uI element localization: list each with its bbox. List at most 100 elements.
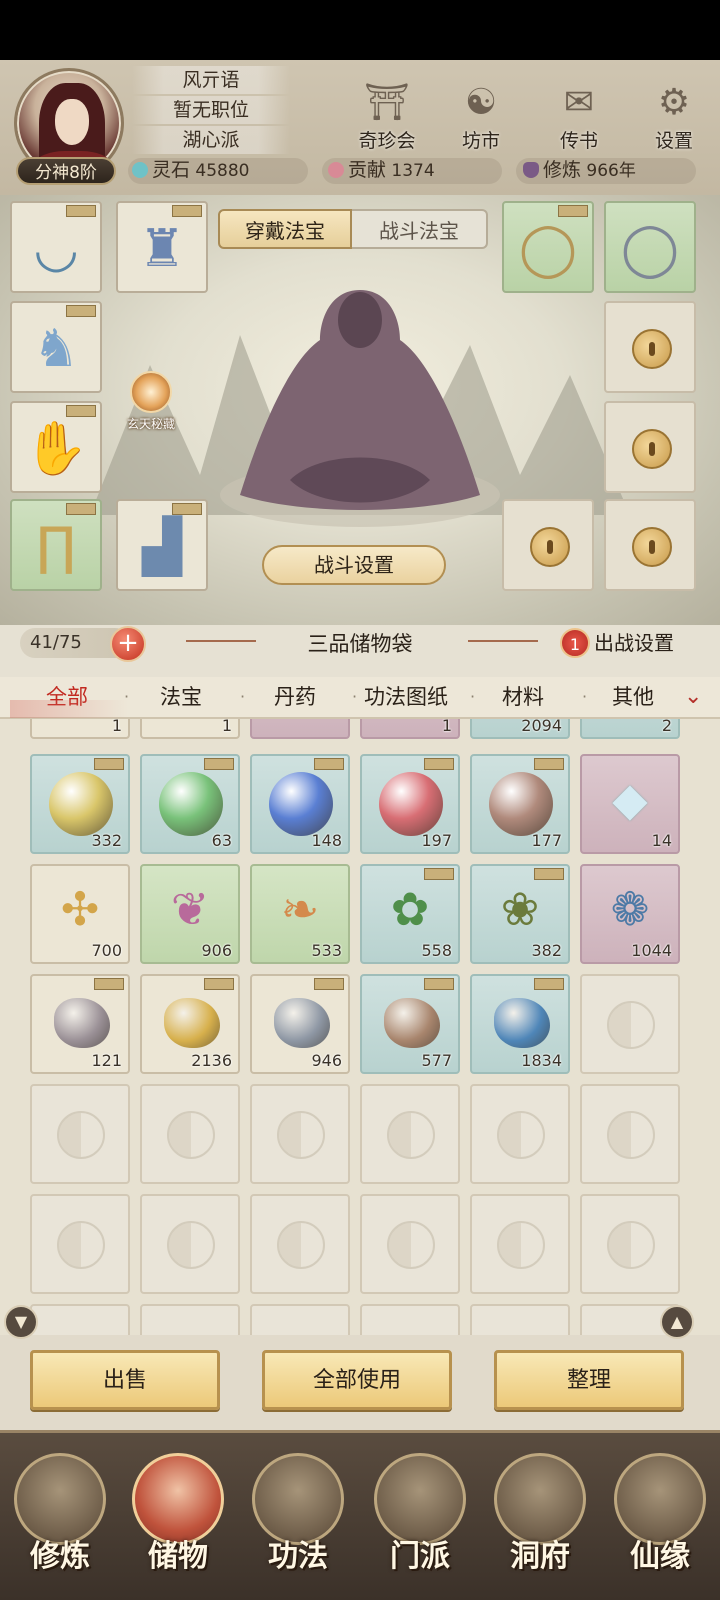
gold-ore-icon (164, 998, 220, 1048)
blue-ore-icon (494, 998, 550, 1048)
empty-slot[interactable] (470, 1084, 570, 1184)
battle-settings-button[interactable]: 战斗设置 (262, 545, 446, 585)
scroll-up-icon[interactable]: ▲ (660, 1305, 694, 1339)
item-white-flower[interactable]: ✿ 558 (360, 864, 460, 964)
xuantian-treasure-button[interactable]: 玄天秘藏 (116, 371, 186, 432)
item-brown-pearl[interactable]: 177 (470, 754, 570, 854)
tab-pills[interactable]: 丹药 (274, 677, 316, 717)
empty-slot[interactable] (140, 1084, 240, 1184)
brown-pearl-icon (489, 772, 553, 836)
slot-trousers[interactable]: ∏ (10, 499, 102, 591)
item-blue-pearl[interactable]: 148 (250, 754, 350, 854)
yin-yang-icon (497, 1111, 545, 1159)
item-blue-berry-branch[interactable]: ❁ 1044 (580, 864, 680, 964)
settings-button[interactable]: ⚙ 设置 (637, 80, 711, 160)
dispatch-count-badge: 1 (560, 628, 590, 658)
item-orange-root[interactable]: ❧ 533 (250, 864, 350, 964)
empty-slot[interactable] (30, 1194, 130, 1294)
use-all-button[interactable]: 全部使用 (262, 1350, 452, 1410)
nav-cultivate[interactable]: 修炼 (10, 1453, 110, 1583)
empty-slot[interactable] (30, 1084, 130, 1184)
tab-wear-artifact[interactable]: 穿戴法宝 (218, 209, 352, 249)
item-ginseng[interactable]: ✣ 700 (30, 864, 130, 964)
player-sect: 湖心派 (132, 126, 290, 154)
sell-button[interactable]: 出售 (30, 1350, 220, 1410)
chevron-down-icon[interactable]: ⌄ (684, 677, 714, 717)
contribution-icon (328, 162, 344, 178)
inventory-cell[interactable]: 1 (30, 719, 130, 739)
item-crystal[interactable]: ◆ 14 (580, 754, 680, 854)
tab-materials[interactable]: 材料 (502, 677, 544, 717)
scroll-icon: ✉ (563, 82, 595, 123)
slot-locked-1[interactable] (604, 301, 696, 393)
nav-storage[interactable]: 储物 (128, 1453, 228, 1583)
item-iron-ore[interactable]: 946 (250, 974, 350, 1074)
sort-button[interactable]: 整理 (494, 1350, 684, 1410)
swirl-icon (130, 371, 172, 413)
gear-icon: ⚙ (657, 82, 691, 123)
item-red-pearl[interactable]: 197 (360, 754, 460, 854)
inventory-cell[interactable]: 1 (360, 719, 460, 739)
slot-necklace[interactable]: ◡ (10, 201, 102, 293)
ring-icon: ◯ (620, 219, 680, 279)
grey-ore-icon (54, 998, 110, 1048)
lock-icon (632, 527, 672, 567)
orange-root-icon: ❧ (280, 882, 320, 936)
inventory-cell[interactable]: 2094 (470, 719, 570, 739)
item-copper-ore[interactable]: 577 (360, 974, 460, 1074)
slot-locked-2[interactable] (604, 401, 696, 493)
item-green-pearl[interactable]: 63 (140, 754, 240, 854)
nav-fate[interactable]: 仙缘 (610, 1453, 710, 1583)
tab-technique-scrolls[interactable]: 功法图纸 (364, 677, 448, 717)
nav-techniques[interactable]: 功法 (248, 1453, 348, 1583)
yin-yang-icon (607, 1221, 655, 1269)
white-flower-icon: ✿ (390, 882, 430, 936)
empty-slot[interactable] (580, 1084, 680, 1184)
slot-ring-1[interactable]: ◯ (502, 201, 594, 293)
inventory-cell[interactable]: 2 (580, 719, 680, 739)
yellow-pearl-icon (49, 772, 113, 836)
slot-boots[interactable]: ▟ (116, 499, 208, 591)
yin-yang-icon (167, 1221, 215, 1269)
slot-ring-2[interactable]: ◯ (604, 201, 696, 293)
qizhenhui-button[interactable]: ⛩ 奇珍会 (350, 80, 424, 160)
slot-locked-4[interactable] (604, 499, 696, 591)
slot-gloves[interactable]: ✋ (10, 401, 102, 493)
scroll-down-icon[interactable]: ▼ (4, 1305, 38, 1339)
spirit-stone-icon (132, 162, 148, 178)
empty-slot[interactable] (250, 1084, 350, 1184)
lock-icon (632, 429, 672, 469)
blue-berry-branch-icon: ❁ (610, 882, 650, 936)
nav-cave[interactable]: 洞府 (490, 1453, 590, 1583)
empty-slot[interactable] (250, 1194, 350, 1294)
blue-pearl-icon (269, 772, 333, 836)
mail-button[interactable]: ✉ 传书 (542, 80, 616, 160)
slot-robe[interactable]: ♞ (10, 301, 102, 393)
slot-locked-3[interactable] (502, 499, 594, 591)
lock-icon (632, 329, 672, 369)
market-icon: ☯ (464, 82, 498, 123)
inventory-cell[interactable] (250, 719, 350, 739)
item-yellow-pearl[interactable]: 332 (30, 754, 130, 854)
empty-slot[interactable] (140, 1194, 240, 1294)
tab-others[interactable]: 其他 (612, 677, 654, 717)
empty-slot[interactable] (580, 974, 680, 1074)
tab-artifact[interactable]: 法宝 (160, 677, 202, 717)
tab-battle-artifact[interactable]: 战斗法宝 (352, 209, 488, 249)
item-red-berry-herb[interactable]: ❀ 382 (470, 864, 570, 964)
item-grey-ore[interactable]: 121 (30, 974, 130, 1074)
slot-hat[interactable]: ♜ (116, 201, 208, 293)
empty-slot[interactable] (470, 1194, 570, 1294)
expand-bag-button[interactable]: + (110, 626, 146, 662)
inventory-cell[interactable]: 1 (140, 719, 240, 739)
yin-yang-icon (387, 1111, 435, 1159)
item-gold-ore[interactable]: 2136 (140, 974, 240, 1074)
nav-sect[interactable]: 门派 (370, 1453, 470, 1583)
item-blue-ore[interactable]: 1834 (470, 974, 570, 1074)
dispatch-settings-button[interactable]: 1 出战设置 (560, 624, 720, 662)
empty-slot[interactable] (360, 1194, 460, 1294)
empty-slot[interactable] (360, 1084, 460, 1184)
market-button[interactable]: ☯ 坊市 (444, 80, 518, 160)
empty-slot[interactable] (580, 1194, 680, 1294)
item-purple-root[interactable]: ❦ 906 (140, 864, 240, 964)
